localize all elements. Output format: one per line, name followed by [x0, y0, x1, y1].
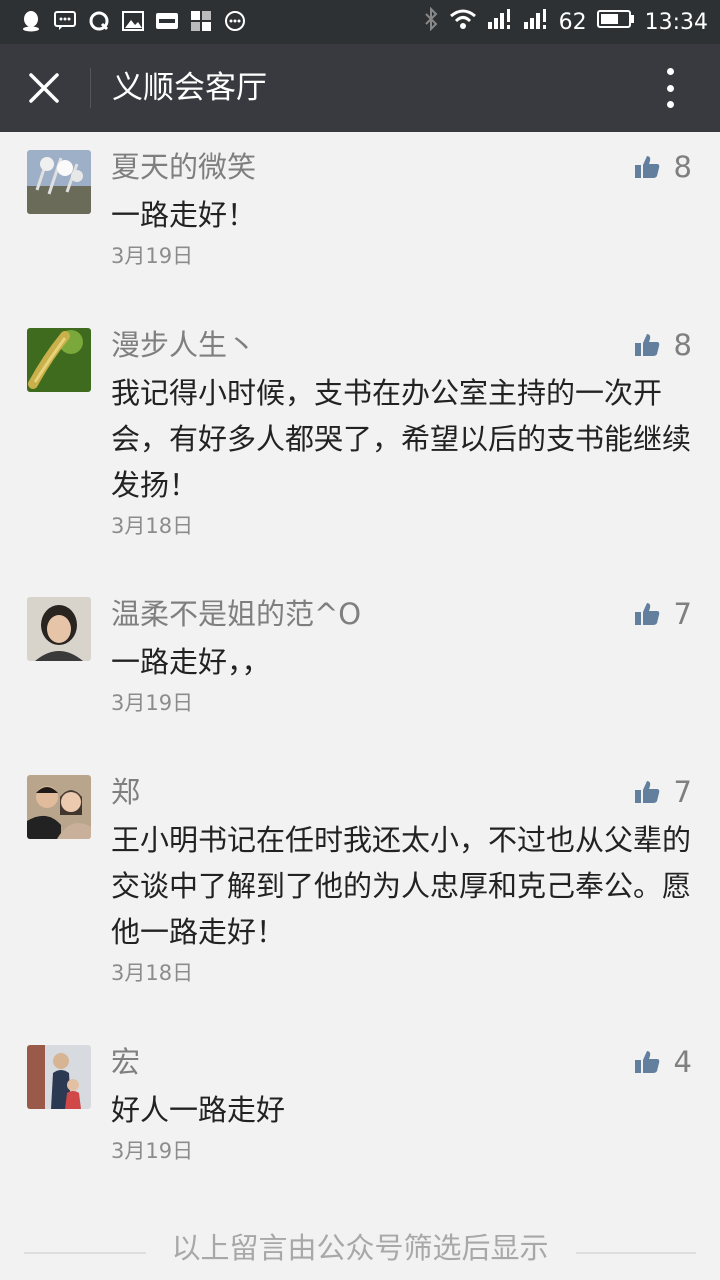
- comment-nickname: 夏天的微笑: [111, 150, 257, 184]
- avatar[interactable]: [27, 150, 91, 214]
- more-notifications-icon: [224, 10, 246, 32]
- bluetooth-icon: [423, 6, 439, 37]
- comment-text: 一路走好，，: [111, 645, 271, 679]
- comment-date: 3月18日: [111, 961, 194, 985]
- comment-text: 王小明书记在任时我还太小，不过也从父辈的交谈中了解到了他的为人忠厚和克己奉公。愿…: [111, 823, 692, 949]
- image-icon: [122, 10, 144, 32]
- more-options-button[interactable]: [656, 68, 684, 108]
- close-button[interactable]: [22, 66, 66, 110]
- leme-icon: [156, 10, 178, 32]
- comment-date: 3月19日: [111, 244, 194, 268]
- battery-percent: 62: [558, 9, 587, 35]
- wifi-icon: [449, 8, 477, 36]
- avatar[interactable]: [27, 328, 91, 392]
- comment-nickname: 漫步人生丶: [111, 328, 257, 362]
- notification-icons: [20, 10, 246, 32]
- thumbs-up-icon: [634, 156, 659, 178]
- comments-footer: 以上留言由公众号筛选后显示: [0, 1228, 720, 1268]
- thumbs-up-icon: [634, 781, 659, 803]
- apps-icon: [190, 10, 212, 32]
- like-count: 7: [673, 775, 692, 809]
- comment-text: 一路走好！: [111, 198, 257, 232]
- system-status: 62 13:34: [423, 0, 708, 44]
- comment-text: 我记得小时候，支书在办公室主持的一次开会，有好多人都哭了，希望以后的支书能继续发…: [111, 376, 692, 502]
- signal-icon-1: [487, 8, 513, 36]
- comment-text: 好人一路走好: [111, 1093, 286, 1127]
- thumbs-up-icon: [634, 1051, 659, 1073]
- like-count: 4: [673, 1045, 692, 1079]
- like-count: 8: [673, 328, 692, 362]
- avatar[interactable]: [27, 597, 91, 661]
- close-icon: [29, 73, 59, 103]
- avatar[interactable]: [27, 775, 91, 839]
- status-bar: 62 13:34: [0, 0, 720, 44]
- more-dot-icon: [666, 84, 674, 92]
- like-count: 7: [673, 597, 692, 631]
- comment-date: 3月19日: [111, 1139, 194, 1163]
- browser-icon: [88, 10, 110, 32]
- comment-nickname: 郑: [111, 775, 141, 809]
- comment-nickname: 宏: [111, 1045, 141, 1079]
- like-button[interactable]: 8: [634, 150, 692, 184]
- battery-icon: [596, 9, 635, 35]
- thumbs-up-icon: [634, 603, 659, 625]
- comment-date: 3月18日: [111, 514, 194, 538]
- like-button[interactable]: 8: [634, 328, 692, 362]
- thumbs-up-icon: [634, 334, 659, 356]
- app-header: 义顺会客厅: [0, 44, 720, 132]
- avatar[interactable]: [27, 1045, 91, 1109]
- like-button[interactable]: 4: [634, 1045, 692, 1079]
- like-count: 8: [673, 150, 692, 184]
- footer-note: 以上留言由公众号筛选后显示: [171, 1231, 549, 1265]
- more-dot-icon: [666, 68, 674, 75]
- header-divider: [90, 68, 91, 108]
- message-icon: [54, 10, 76, 32]
- like-button[interactable]: 7: [634, 775, 692, 809]
- comment-nickname: 温柔不是姐的范^O: [111, 597, 362, 631]
- more-dot-icon: [666, 101, 674, 108]
- clock: 13:34: [644, 9, 708, 35]
- qq-icon: [20, 10, 42, 32]
- like-button[interactable]: 7: [634, 597, 692, 631]
- signal-icon-2: [523, 8, 549, 36]
- page-title: 义顺会客厅: [112, 70, 267, 106]
- comment-date: 3月19日: [111, 691, 194, 715]
